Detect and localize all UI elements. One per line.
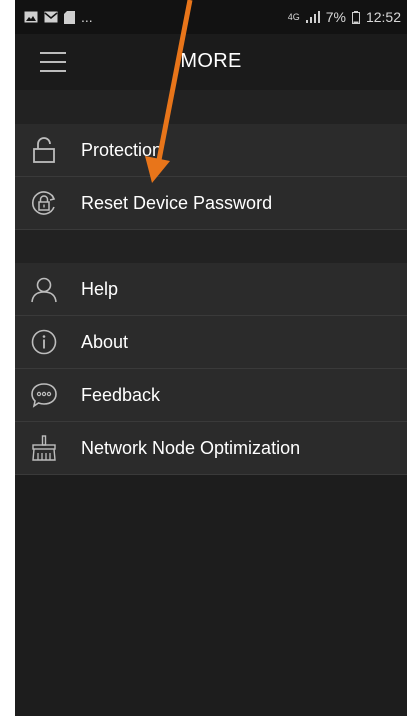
status-bar: ... 4G 7% 12:52 (15, 0, 407, 34)
menu-item-about[interactable]: About (15, 316, 407, 369)
menu-item-label: Feedback (81, 384, 161, 405)
chat-bubble-icon (29, 380, 59, 410)
lock-icon (29, 135, 59, 165)
mail-icon (44, 11, 58, 23)
menu-item-feedback[interactable]: Feedback (15, 369, 407, 422)
battery-icon (351, 10, 360, 24)
menu-item-network-node-optimization[interactable]: Network Node Optimization (15, 422, 407, 475)
signal-icon (305, 11, 320, 23)
top-app-bar: MORE (15, 34, 407, 90)
page-title: MORE (180, 50, 242, 72)
menu-item-label: Reset Device Password (81, 192, 273, 213)
status-ellipsis: ... (81, 9, 93, 25)
person-icon (29, 274, 59, 304)
info-icon (29, 327, 59, 357)
menu-item-label: Network Node Optimization (81, 437, 301, 458)
menu-item-label: About (81, 331, 129, 352)
menu-item-label: Help (81, 278, 119, 299)
image-icon (24, 11, 38, 23)
status-bar-right: 4G 7% 12:52 (288, 9, 401, 25)
battery-percent: 7% (325, 9, 346, 25)
network-type-label: 4G (287, 12, 300, 22)
menu-item-protection[interactable]: Protection (15, 124, 407, 177)
status-bar-left: ... (24, 9, 93, 25)
menu-item-reset-device-password[interactable]: Reset Device Password (15, 177, 407, 230)
phone-screen: ... 4G 7% 12:52 MORE Protection Reset De… (15, 0, 407, 716)
menu-item-help[interactable]: Help (15, 263, 407, 316)
status-time: 12:52 (365, 9, 401, 25)
section-spacer (15, 230, 407, 263)
sd-card-icon (64, 10, 75, 24)
broom-icon (29, 433, 59, 463)
section-spacer (15, 90, 407, 124)
reset-lock-icon (29, 188, 59, 218)
menu-item-label: Protection (81, 139, 163, 160)
